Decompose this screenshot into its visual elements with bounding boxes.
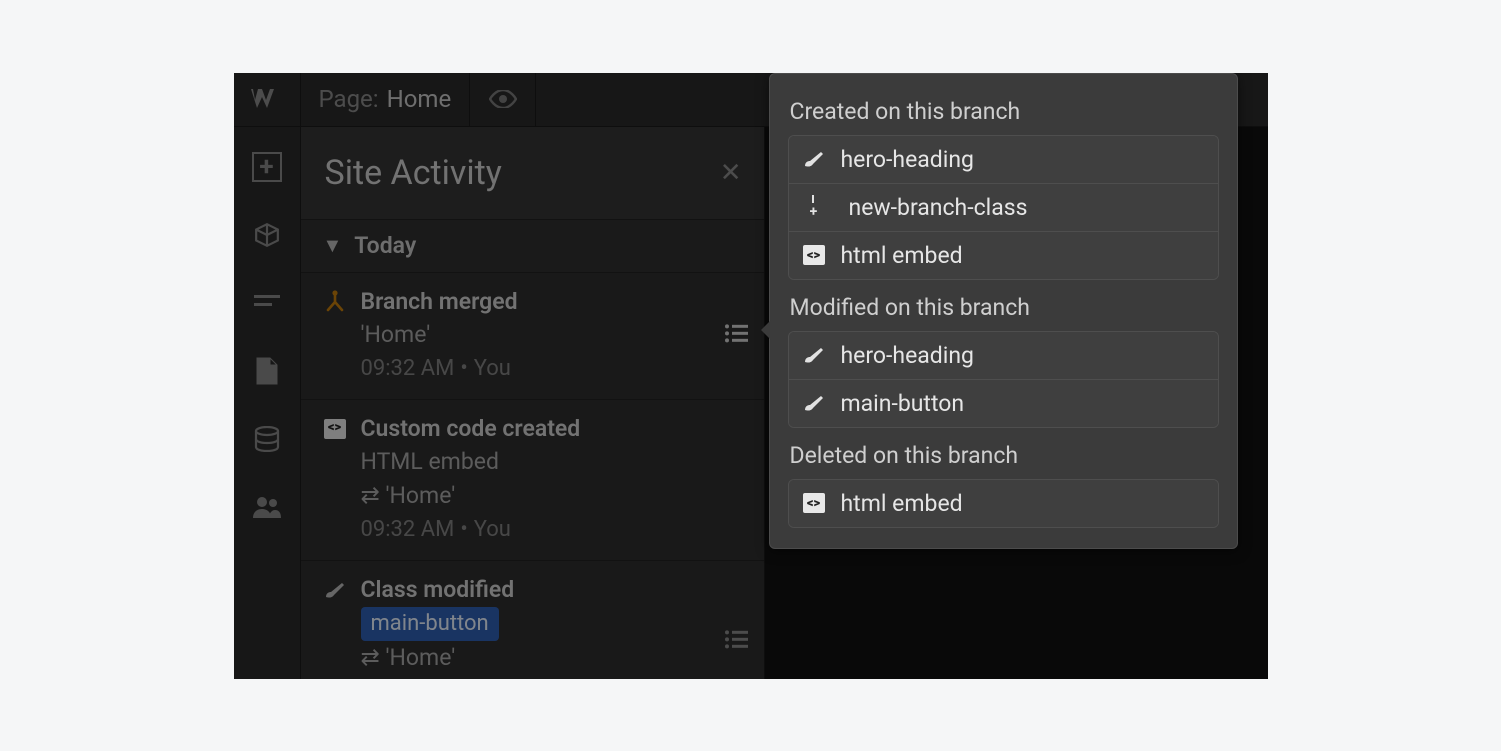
brush-icon [803,148,825,170]
embed-icon: <​> [323,417,347,441]
popover-item[interactable]: + new-branch-class [789,184,1218,232]
activity-entry[interactable]: Class modified main-button ⇄ 'Home' 09:3… [301,561,764,679]
popover-group-modified: hero-heading main-button [788,331,1219,428]
panel-header: Site Activity ✕ [301,127,764,219]
list-icon [724,629,748,649]
page-selector[interactable]: Page: Home [301,73,471,126]
popover-item-label: html embed [841,490,963,517]
close-icon: ✕ [720,158,742,188]
popover-section-label: Modified on this branch [790,294,1217,321]
entry-user: You [474,517,511,542]
plus-icon: + [252,152,282,182]
popover-item[interactable]: <​> html embed [789,232,1218,279]
swap-icon: ⇄ [361,644,380,671]
add-element-button[interactable]: + [251,151,283,183]
popover-item[interactable]: hero-heading [789,136,1218,184]
database-icon [254,426,280,452]
style-button[interactable] [251,287,283,319]
popover-item-label: new-branch-class [841,194,1028,221]
popover-item-label: main-button [841,390,965,417]
entry-title: Custom code created [361,412,581,445]
webflow-logo-icon [250,88,284,110]
popover-group-created: hero-heading + new-branch-class <​> html… [788,135,1219,280]
popover-section-label: Deleted on this branch [790,442,1217,469]
people-icon [252,496,282,518]
popover-item-label: hero-heading [841,146,974,173]
popover-section-label: Created on this branch [790,98,1217,125]
embed-icon: <​> [803,492,825,514]
entry-subtitle: 'Home' [361,321,431,348]
activity-entry[interactable]: <​> Custom code created HTML embed ⇄ 'Ho… [301,400,764,561]
users-button[interactable] [251,491,283,523]
entry-details-button[interactable] [724,319,748,352]
swap-icon: ⇄ [361,482,380,509]
page-label: Page: [319,85,379,113]
entry-title: Class modified [361,573,515,606]
add-style-icon: + [803,196,825,218]
entry-user: You [474,356,511,381]
section-today[interactable]: ▼ Today [301,219,764,273]
activity-entry[interactable]: Branch merged 'Home' 09:32 AM•You [301,273,764,401]
navigator-button[interactable] [251,219,283,251]
list-icon [724,323,748,343]
entry-title: Branch merged [361,285,518,318]
popover-group-deleted: <​> html embed [788,479,1219,528]
chevron-down-icon: ▼ [323,233,343,258]
brush-icon [803,392,825,414]
popover-item[interactable]: <​> html embed [789,480,1218,527]
popover-item-label: html embed [841,242,963,269]
entry-home: 'Home' [386,644,456,671]
popover-item[interactable]: hero-heading [789,332,1218,380]
app-logo[interactable] [234,73,301,126]
site-activity-panel: Site Activity ✕ ✕ ▼ Today Branch merged … [301,127,765,679]
preview-toggle[interactable] [470,73,536,126]
page-name: Home [387,85,452,113]
left-rail: + [234,127,301,679]
merge-icon [323,289,347,313]
entry-time: 09:32 AM [361,517,455,542]
page-icon [256,357,278,385]
entry-subtitle: HTML embed [361,448,499,475]
cube-icon [254,222,280,248]
section-label: Today [354,232,416,259]
eye-icon [489,90,517,108]
embed-icon: <​> [803,244,825,266]
popover-item[interactable]: main-button [789,380,1218,427]
popover-arrow [761,320,771,340]
entry-details-button[interactable] [724,625,748,658]
branch-changes-popover: Created on this branch hero-heading + ne… [769,73,1238,549]
brush-icon [803,344,825,366]
cms-button[interactable] [251,423,283,455]
pages-button[interactable] [251,355,283,387]
popover-item-label: hero-heading [841,342,974,369]
entry-home: 'Home' [386,482,456,509]
brush-icon [323,578,347,602]
panel-title: Site Activity [325,153,502,193]
lines-icon [254,293,280,313]
entry-time: 09:32 AM [361,356,455,381]
panel-close-button[interactable]: ✕ [720,158,742,188]
class-tag: main-button [361,607,499,641]
